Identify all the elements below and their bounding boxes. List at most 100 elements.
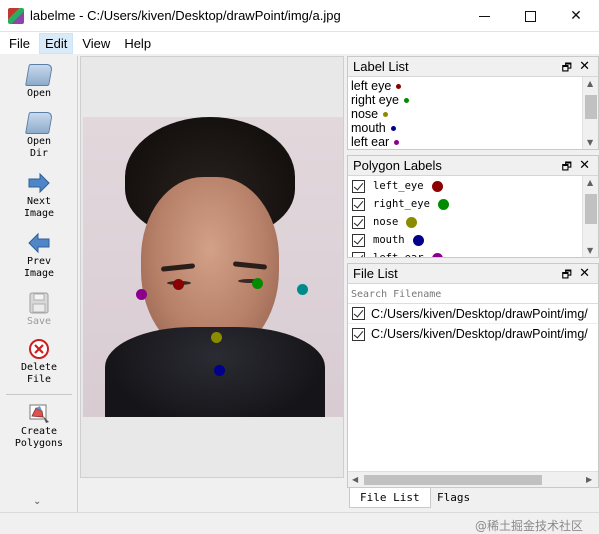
- file-path-text: C:/Users/kiven/Desktop/drawPoint/img/: [371, 306, 588, 321]
- scroll-right-icon[interactable]: ▶: [586, 475, 592, 484]
- delete-file-button[interactable]: Delete File: [0, 338, 78, 386]
- scroll-down-icon[interactable]: ▼: [587, 246, 593, 255]
- menu-view[interactable]: View: [77, 34, 115, 53]
- point-right-eye[interactable]: [252, 278, 263, 289]
- visibility-checkbox[interactable]: [352, 197, 365, 211]
- label-list-item-text: right eye: [351, 93, 399, 107]
- polygon-label-item[interactable]: left_ear: [348, 249, 598, 257]
- scroll-up-icon[interactable]: ▲: [587, 79, 593, 88]
- open-dir-label: Open Dir: [26, 136, 52, 159]
- label-color-dot-icon: [390, 126, 396, 132]
- dock-float-icon[interactable]: 🗗: [562, 266, 572, 285]
- label-list-item[interactable]: mouth: [348, 121, 598, 135]
- label-list-item[interactable]: left ear: [348, 135, 598, 149]
- label-color-dot-icon: [394, 140, 400, 146]
- next-image-label: Next Image: [23, 196, 55, 219]
- dock-close-icon[interactable]: ✕: [579, 58, 590, 74]
- maximize-button[interactable]: [507, 0, 553, 32]
- dock-float-icon[interactable]: 🗗: [562, 59, 572, 78]
- polygon-labels-list: left_eye right_eyenose mouth left_ear: [348, 176, 598, 257]
- delete-file-label: Delete File: [20, 362, 58, 385]
- minimize-button[interactable]: [461, 0, 507, 32]
- arrow-left-icon: [28, 232, 50, 254]
- scroll-up-icon[interactable]: ▲: [587, 178, 593, 187]
- open-button[interactable]: Open: [0, 64, 78, 100]
- polygon-label-text: nose: [373, 216, 399, 228]
- file-list-dock: File List 🗗 ✕ Search Filename C:/Users/k…: [347, 263, 599, 488]
- point-nose[interactable]: [211, 332, 222, 343]
- polygon-draw-icon: [29, 404, 49, 423]
- menu-edit[interactable]: Edit: [38, 32, 74, 54]
- scroll-thumb[interactable]: [585, 194, 597, 224]
- label-list-scrollbar[interactable]: ▲ ▼: [582, 77, 598, 149]
- menu-help[interactable]: Help: [119, 34, 156, 53]
- polygon-labels-dock: Polygon Labels 🗗 ✕ left_eye right_eyenose…: [347, 155, 599, 258]
- tab-file-list[interactable]: File List: [349, 488, 431, 508]
- polygon-label-item[interactable]: nose: [348, 213, 598, 231]
- polygon-color-dot-icon: [431, 180, 443, 192]
- polygon-label-item[interactable]: left_eye: [348, 177, 598, 195]
- point-left-eye[interactable]: [173, 279, 184, 290]
- label-list-item-text: left eye: [351, 79, 392, 93]
- point-mouth[interactable]: [214, 365, 225, 376]
- file-list: C:/Users/kiven/Desktop/drawPoint/img/C:/…: [348, 304, 598, 344]
- file-list-title: File List 🗗 ✕: [348, 264, 598, 284]
- toolbar-more-chevron-icon[interactable]: ⌄: [33, 496, 41, 507]
- polygon-label-item[interactable]: right_eye: [348, 195, 598, 213]
- label-list-item-text: mouth: [351, 121, 386, 135]
- file-list-item[interactable]: C:/Users/kiven/Desktop/drawPoint/img/: [348, 304, 598, 324]
- annotated-photo: [83, 117, 343, 417]
- open-dir-button[interactable]: Open Dir: [0, 112, 78, 160]
- point-right-ear[interactable]: [297, 284, 308, 295]
- scroll-left-icon[interactable]: ◀: [352, 475, 358, 484]
- dock-close-icon[interactable]: ✕: [579, 265, 590, 281]
- label-list-item[interactable]: left eye: [348, 79, 598, 93]
- polygon-labels-title: Polygon Labels 🗗 ✕: [348, 156, 598, 176]
- next-image-button[interactable]: Next Image: [0, 172, 78, 220]
- prev-image-label: Prev Image: [23, 256, 55, 279]
- scroll-thumb[interactable]: [364, 475, 542, 485]
- status-bar: @稀土掘金技术社区: [0, 512, 599, 534]
- polygon-label-text: mouth: [373, 234, 405, 246]
- menu-bar: File Edit View Help: [0, 32, 599, 54]
- menu-file[interactable]: File: [4, 34, 35, 53]
- file-checkbox[interactable]: [352, 307, 365, 320]
- visibility-checkbox[interactable]: [352, 179, 365, 193]
- search-filename-input[interactable]: Search Filename: [348, 286, 598, 304]
- label-list: left eye right eye nose mouth left ear: [348, 77, 598, 149]
- polygon-labels-scrollbar[interactable]: ▲ ▼: [582, 176, 598, 257]
- create-polygons-label: Create Polygons: [14, 426, 64, 449]
- scroll-thumb[interactable]: [585, 95, 597, 119]
- save-button[interactable]: Save: [0, 292, 78, 328]
- prev-image-button[interactable]: Prev Image: [0, 232, 78, 280]
- dock-close-icon[interactable]: ✕: [579, 157, 590, 173]
- create-polygons-button[interactable]: Create Polygons: [0, 402, 78, 450]
- tab-flags[interactable]: Flags: [427, 488, 480, 508]
- polygon-label-item[interactable]: mouth: [348, 231, 598, 249]
- polygon-color-dot-icon: [412, 234, 424, 246]
- label-list-item[interactable]: nose: [348, 107, 598, 121]
- file-checkbox[interactable]: [352, 327, 365, 341]
- label-list-item-text: nose: [351, 107, 379, 121]
- file-list-h-scrollbar[interactable]: ◀ ▶: [348, 471, 598, 487]
- close-button[interactable]: ✕: [553, 0, 599, 32]
- image-canvas[interactable]: [80, 56, 344, 478]
- visibility-checkbox[interactable]: [352, 251, 365, 257]
- dock-float-icon[interactable]: 🗗: [562, 158, 572, 177]
- label-list-item[interactable]: right eye: [348, 93, 598, 107]
- dock-tabs: File List Flags: [347, 488, 599, 508]
- maximize-icon: [524, 10, 536, 22]
- polygon-label-text: right_eye: [373, 198, 430, 210]
- visibility-checkbox[interactable]: [352, 233, 365, 247]
- visibility-checkbox[interactable]: [352, 215, 365, 229]
- point-left-ear[interactable]: [136, 289, 147, 300]
- close-icon: ✕: [570, 8, 582, 24]
- file-list-item[interactable]: C:/Users/kiven/Desktop/drawPoint/img/: [348, 324, 598, 344]
- polygon-labels-title-text: Polygon Labels: [353, 158, 442, 173]
- label-list-title: Label List 🗗 ✕: [348, 57, 598, 77]
- polygon-color-dot-icon: [437, 198, 449, 210]
- arrow-right-icon: [28, 172, 50, 194]
- open-label: Open: [26, 88, 52, 99]
- scroll-down-icon[interactable]: ▼: [587, 138, 593, 147]
- label-color-dot-icon: [383, 112, 389, 118]
